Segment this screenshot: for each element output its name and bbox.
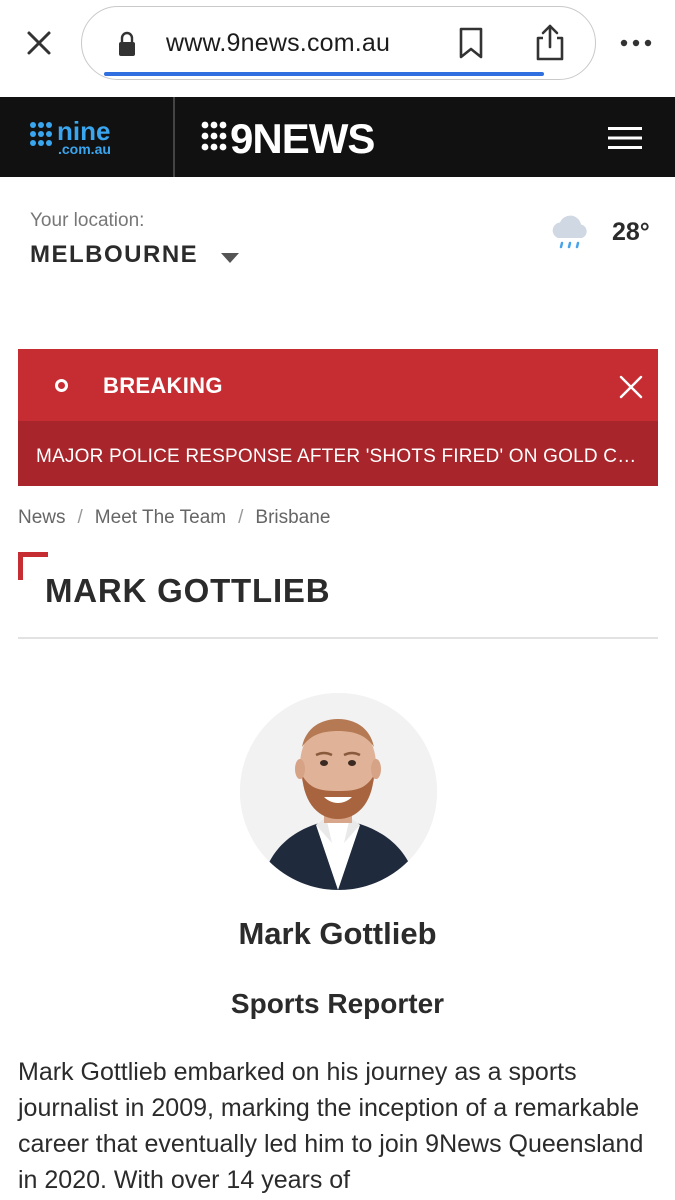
header-divider <box>173 97 175 177</box>
address-bar[interactable]: www.9news.com.au <box>81 6 596 80</box>
chevron-down-icon[interactable] <box>220 252 240 264</box>
breaking-headline-link[interactable]: MAJOR POLICE RESPONSE AFTER 'SHOTS FIRED… <box>18 421 658 486</box>
site-header: nine .com.au 9NEWS <box>0 97 675 177</box>
title-divider <box>18 637 658 639</box>
page-load-progress <box>104 72 544 76</box>
breadcrumb-separator: / <box>77 507 83 528</box>
profile-role: Sports Reporter <box>230 988 445 1019</box>
breadcrumb-item-meet-the-team[interactable]: Meet The Team <box>95 507 226 529</box>
9news-logo[interactable]: 9NEWS <box>200 115 420 159</box>
url-text[interactable]: www.9news.com.au <box>166 29 390 58</box>
menu-icon[interactable] <box>607 125 643 151</box>
breaking-headline[interactable]: MAJOR POLICE RESPONSE AFTER 'SHOTS FIRED… <box>36 446 642 468</box>
breaking-news-banner: BREAKING MAJOR POLICE RESPONSE AFTER 'SH… <box>18 349 658 486</box>
breadcrumb-separator: / <box>238 507 244 528</box>
svg-text:.com.au: .com.au <box>58 141 111 157</box>
lock-icon <box>119 31 135 56</box>
page-title: MARK GOTTLIEB <box>45 572 331 609</box>
svg-text:9NEWS: 9NEWS <box>230 115 374 159</box>
temperature: 28° <box>612 218 650 246</box>
share-icon[interactable] <box>534 23 566 61</box>
more-icon[interactable] <box>616 28 656 58</box>
title-accent-bracket <box>18 552 48 580</box>
profile-bio: Mark Gottlieb embarked on his journey as… <box>18 1058 644 1194</box>
breaking-header: BREAKING <box>18 349 658 421</box>
breadcrumb: News / Meet The Team / Brisbane <box>18 507 330 529</box>
browser-toolbar: www.9news.com.au <box>0 0 675 97</box>
rain-cloud-icon <box>552 215 587 249</box>
breadcrumb-item-news[interactable]: News <box>18 507 66 529</box>
nine-logo[interactable]: nine .com.au <box>28 117 146 157</box>
live-dot-icon <box>55 379 68 392</box>
profile-name: Mark Gottlieb <box>238 916 437 951</box>
breaking-label: BREAKING <box>103 373 223 398</box>
bookmark-icon[interactable] <box>458 27 484 59</box>
breadcrumb-item-brisbane[interactable]: Brisbane <box>255 507 330 529</box>
close-icon[interactable] <box>619 375 643 399</box>
location-selector[interactable]: MELBOURNE <box>30 241 198 269</box>
close-icon[interactable] <box>22 26 56 60</box>
profile-photo <box>240 693 437 890</box>
location-label: Your location: <box>30 210 145 231</box>
